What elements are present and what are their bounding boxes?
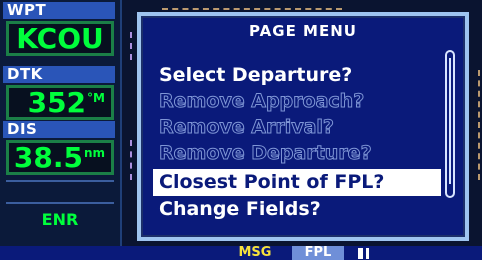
desired-track-label: DTK	[3, 66, 115, 83]
desired-track-value: 352	[27, 86, 87, 119]
page-pip	[366, 248, 369, 259]
menu-scroll-thumb[interactable]	[449, 58, 451, 184]
message-annunciator[interactable]: MSG	[230, 246, 280, 260]
empty-data-field	[6, 180, 114, 204]
page-menu-title: PAGE MENU	[249, 22, 357, 40]
status-bar: MSG FPL	[0, 246, 482, 260]
page-pip	[358, 248, 363, 259]
flight-phase-mode: ENR	[41, 210, 79, 229]
distance-value: 38.5	[13, 141, 83, 174]
gps-screen: WPT KCOU DTK 352°M DIS 38.5nm ENR PAGE M…	[0, 0, 482, 260]
menu-item-remove-arrival: Remove Arrival?	[159, 116, 335, 139]
page-group-indicator	[358, 248, 378, 259]
route-line	[162, 0, 342, 10]
menu-item-remove-departure: Remove Departure?	[159, 142, 373, 165]
desired-track-unit: °M	[87, 91, 105, 105]
menu-scrollbar[interactable]	[445, 50, 455, 198]
active-page-indicator: FPL	[292, 246, 344, 260]
page-menu: PAGE MENU Select Departure? Remove Appro…	[137, 12, 469, 241]
distance-label: DIS	[3, 121, 115, 138]
distance-unit: nm	[83, 146, 105, 160]
data-column: WPT KCOU DTK 352°M DIS 38.5nm ENR	[0, 0, 122, 246]
waypoint-id: KCOU	[16, 22, 104, 55]
route-line	[472, 70, 480, 180]
waypoint-value: KCOU	[6, 21, 114, 56]
waypoint-label: WPT	[3, 2, 115, 19]
distance-field: 38.5nm	[6, 140, 114, 175]
menu-item-remove-approach: Remove Approach?	[159, 90, 365, 113]
menu-item-closest-point-of-fpl[interactable]: Closest Point of FPL?	[153, 169, 441, 196]
desired-track-field: 352°M	[6, 85, 114, 120]
menu-item-select-departure[interactable]: Select Departure?	[155, 64, 439, 87]
menu-item-change-fields[interactable]: Change Fields?	[155, 198, 439, 221]
